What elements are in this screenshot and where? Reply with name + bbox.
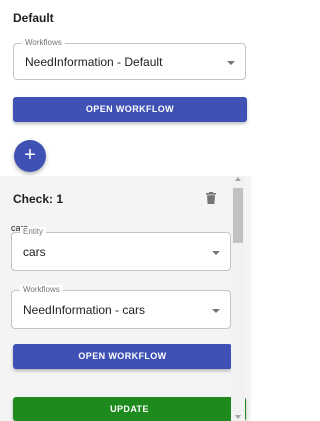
trash-icon[interactable]	[206, 192, 216, 204]
entity-legend: Entity	[20, 227, 47, 237]
update-button[interactable]: UPDATE	[13, 397, 246, 421]
scroll-arrow-down-icon[interactable]	[235, 415, 241, 419]
default-workflow-value: NeedInformation - Default	[25, 55, 163, 69]
check-workflow-value: NeedInformation - cars	[23, 303, 146, 317]
open-workflow-button[interactable]: OPEN WORKFLOW	[13, 97, 247, 122]
chevron-down-icon[interactable]	[212, 309, 220, 313]
entity-select[interactable]: Entity cars	[11, 227, 231, 271]
chevron-down-icon[interactable]	[227, 61, 235, 65]
open-workflow-button[interactable]: OPEN WORKFLOW	[13, 344, 232, 369]
scrollbar[interactable]	[231, 176, 245, 421]
chevron-down-icon[interactable]	[212, 251, 220, 255]
workflows-legend: Workflows	[22, 38, 65, 48]
default-workflow-select[interactable]: Workflows NeedInformation - Default	[13, 38, 246, 80]
scrollbar-thumb[interactable]	[233, 188, 243, 243]
section-title: Default	[13, 11, 54, 25]
check-title: Check: 1	[13, 192, 64, 206]
add-check-button[interactable]: +	[14, 140, 46, 172]
entity-value: cars	[23, 245, 46, 259]
checks-panel[interactable]: Check: 1 cars Entity cars Workflows Need…	[0, 176, 251, 421]
scroll-arrow-up-icon[interactable]	[235, 177, 241, 181]
check-workflow-select[interactable]: Workflows NeedInformation - cars	[11, 285, 231, 329]
workflows-legend: Workflows	[20, 285, 63, 295]
